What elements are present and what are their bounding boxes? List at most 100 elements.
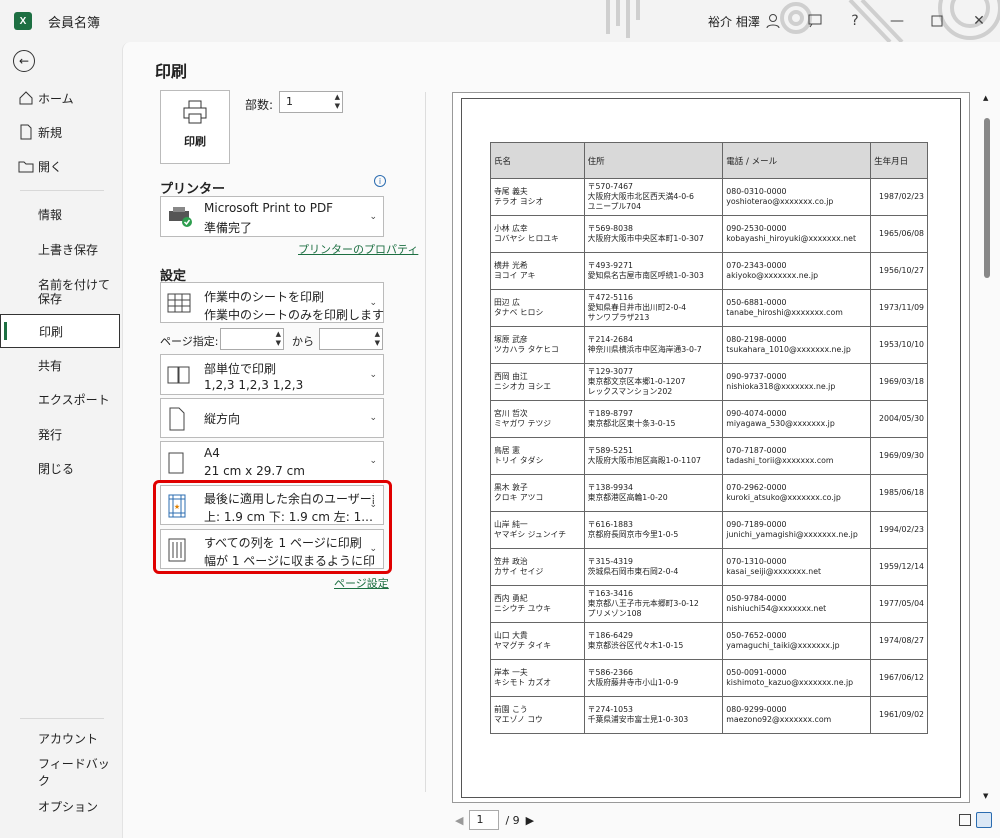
page-current: 1 <box>476 813 484 826</box>
name-cell-line: キシモト カズオ <box>494 678 552 687</box>
nav-options[interactable]: オプション <box>0 791 120 821</box>
nav-print[interactable]: 印刷 <box>0 314 120 348</box>
pages-from-spinner-icon[interactable]: ▲ ▼ <box>276 330 281 348</box>
name-cell-line: 西内 勇紀 <box>494 594 528 603</box>
birthdate-cell: 1977/05/04 <box>870 585 928 623</box>
scrollbar-thumb[interactable] <box>984 118 990 278</box>
contact-cell: 080-2198-0000 tsukahara_1010@xxxxxxx.ne.j… <box>722 326 872 364</box>
birthdate-cell: 1973/11/09 <box>870 289 928 327</box>
birthdate-cell: 1961/09/02 <box>870 696 928 734</box>
copies-input[interactable]: 1 ▲ ▼ <box>279 91 343 113</box>
pages-to-input[interactable]: ▲ ▼ <box>319 328 383 350</box>
chevron-down-icon: ⌄ <box>369 456 377 466</box>
name-cell-line: ミヤガワ テツジ <box>494 419 552 428</box>
nav-open[interactable]: 開く <box>0 151 120 181</box>
preview-scrollbar[interactable]: ▲ ▼ <box>982 94 992 800</box>
nav-feedback[interactable]: フィードバック <box>0 757 120 788</box>
maximize-icon[interactable] <box>926 10 948 32</box>
help-icon[interactable]: ? <box>844 10 866 32</box>
pages-from-input[interactable]: ▲ ▼ <box>220 328 284 350</box>
nav-home[interactable]: ホーム <box>0 83 120 113</box>
prev-page-icon[interactable]: ◀ <box>455 814 463 827</box>
name-cell-line: 鳥居 憲 <box>494 446 520 455</box>
address-cell-line: 〒586-2366 <box>587 668 633 677</box>
print-button-label: 印刷 <box>184 135 206 148</box>
contact-cell: 050-0091-0000 kishimoto_kazuo@xxxxxxx.ne.… <box>722 659 872 697</box>
name-cell-line: 田辺 広 <box>494 298 520 307</box>
nav-info-label: 情報 <box>38 207 63 222</box>
feedback-icon[interactable] <box>804 10 826 32</box>
name-cell-line: 塚原 武彦 <box>494 335 528 344</box>
nav-account-label: アカウント <box>38 731 99 746</box>
pages-to-spinner-icon[interactable]: ▲ ▼ <box>375 330 380 348</box>
close-icon[interactable]: ✕ <box>968 10 990 32</box>
contact-cell: 070-1310-0000 kasai_seiji@xxxxxxx.net <box>722 548 872 586</box>
birthdate-cell: 1953/10/10 <box>870 326 928 364</box>
nav-share-label: 共有 <box>38 358 63 373</box>
info-icon[interactable]: i <box>374 175 386 187</box>
zoom-to-page-icon[interactable] <box>976 812 992 828</box>
nav-close[interactable]: 閉じる <box>0 453 120 483</box>
address-cell-line: 愛知県春日井市出川町2-0-4 <box>587 303 687 312</box>
title-bar: X 会員名簿 裕介 相澤 ? — ✕ <box>0 0 1000 42</box>
birthdate-cell-line: 1967/06/12 <box>879 673 924 682</box>
back-arrow-icon[interactable]: ← <box>13 50 35 72</box>
name-cell-line: 黒木 敦子 <box>494 483 528 492</box>
table-row: 西内 勇紀 ニシウチ ユウキ 〒163-3416 東京都八王子市元本郷町3-0-12 プ… <box>490 585 928 623</box>
printer-select[interactable]: Microsoft Print to PDF 準備完了 ⌄ <box>160 196 384 237</box>
minimize-icon[interactable]: — <box>886 10 908 32</box>
name-cell-line: 小林 広幸 <box>494 224 528 233</box>
nav-share[interactable]: 共有 <box>0 350 120 380</box>
name-cell-line: 宮川 哲次 <box>494 409 528 418</box>
birthdate-cell: 2004/05/30 <box>870 400 928 438</box>
name-cell-line: ツカハラ タケヒコ <box>494 345 559 354</box>
birthdate-cell: 1967/06/12 <box>870 659 928 697</box>
nav-new[interactable]: 新規 <box>0 117 120 147</box>
name-cell: 寺尾 義夫 テラオ ヨシオ <box>490 178 585 216</box>
collate-select[interactable]: 部単位で印刷 1,2,3 1,2,3 1,2,3 ⌄ <box>160 354 384 395</box>
scroll-up-icon[interactable]: ▲ <box>983 94 988 102</box>
collate-icon <box>167 366 190 384</box>
birthdate-cell-line: 1953/10/10 <box>879 340 924 349</box>
nav-info[interactable]: 情報 <box>0 199 120 229</box>
printer-properties-link[interactable]: プリンターのプロパティ <box>298 241 418 257</box>
contact-cell-line: tanabe_hiroshi@xxxxxxx.com <box>726 308 843 317</box>
nav-publish-label: 発行 <box>38 427 63 442</box>
contact-cell-line: 050-0091-0000 <box>726 668 787 677</box>
show-margins-icon[interactable] <box>959 814 971 826</box>
address-cell-line: 東京都港区高輪1-0-20 <box>587 493 668 502</box>
preview-divider <box>425 92 426 792</box>
contact-cell-line: 080-9299-0000 <box>726 705 787 714</box>
avatar-icon[interactable] <box>762 10 784 32</box>
contact-cell-line: 050-7652-0000 <box>726 631 787 640</box>
user-name[interactable]: 裕介 相澤 <box>708 13 760 30</box>
print-what-title: 作業中のシートを印刷 <box>204 290 325 304</box>
nav-save-as[interactable]: 名前を付けて保存 <box>0 272 120 312</box>
nav-new-label: 新規 <box>38 125 63 140</box>
page-number-input[interactable]: 1 <box>469 810 500 830</box>
page-setup-link[interactable]: ページ設定 <box>334 575 389 591</box>
next-page-icon[interactable]: ▶ <box>526 814 534 827</box>
nav-export-label: エクスポート <box>38 392 110 407</box>
printer-name: Microsoft Print to PDF <box>204 201 334 215</box>
nav-divider <box>20 190 104 191</box>
address-cell: 〒189-8797 東京都北区東十条3-0-15 <box>583 400 724 438</box>
nav-save[interactable]: 上書き保存 <box>0 234 120 264</box>
contact-cell-line: 090-7189-0000 <box>726 520 787 529</box>
nav-account[interactable]: アカウント <box>0 723 120 753</box>
scroll-down-icon[interactable]: ▼ <box>983 792 988 800</box>
nav-publish[interactable]: 発行 <box>0 419 120 449</box>
orientation-select[interactable]: 縦方向 ⌄ <box>160 398 384 438</box>
table-row: 塚原 武彦 ツカハラ タケヒコ 〒214-2684 神奈川県横浜市中区海岸通3-0-7… <box>490 326 928 364</box>
name-cell-line: 笠井 政治 <box>494 557 528 566</box>
paper-size-select[interactable]: A4 21 cm x 29.7 cm ⌄ <box>160 441 384 481</box>
preview-pager: ◀ 1 / 9 ▶ <box>455 810 534 830</box>
print-button[interactable]: 印刷 <box>160 90 230 164</box>
name-cell-line: 山口 大貴 <box>494 631 528 640</box>
nav-export[interactable]: エクスポート <box>0 384 120 414</box>
birthdate-cell: 1965/06/08 <box>870 215 928 253</box>
print-what-select[interactable]: 作業中のシートを印刷 作業中のシートのみを印刷します ⌄ <box>160 282 384 323</box>
copies-spinner-icon[interactable]: ▲ ▼ <box>335 93 340 111</box>
table-row: 西岡 由江 ニシオカ ヨシエ 〒129-3077 東京都文京区本郷1-0-1207 レッ… <box>490 363 928 401</box>
birthdate-cell: 1969/03/18 <box>870 363 928 401</box>
